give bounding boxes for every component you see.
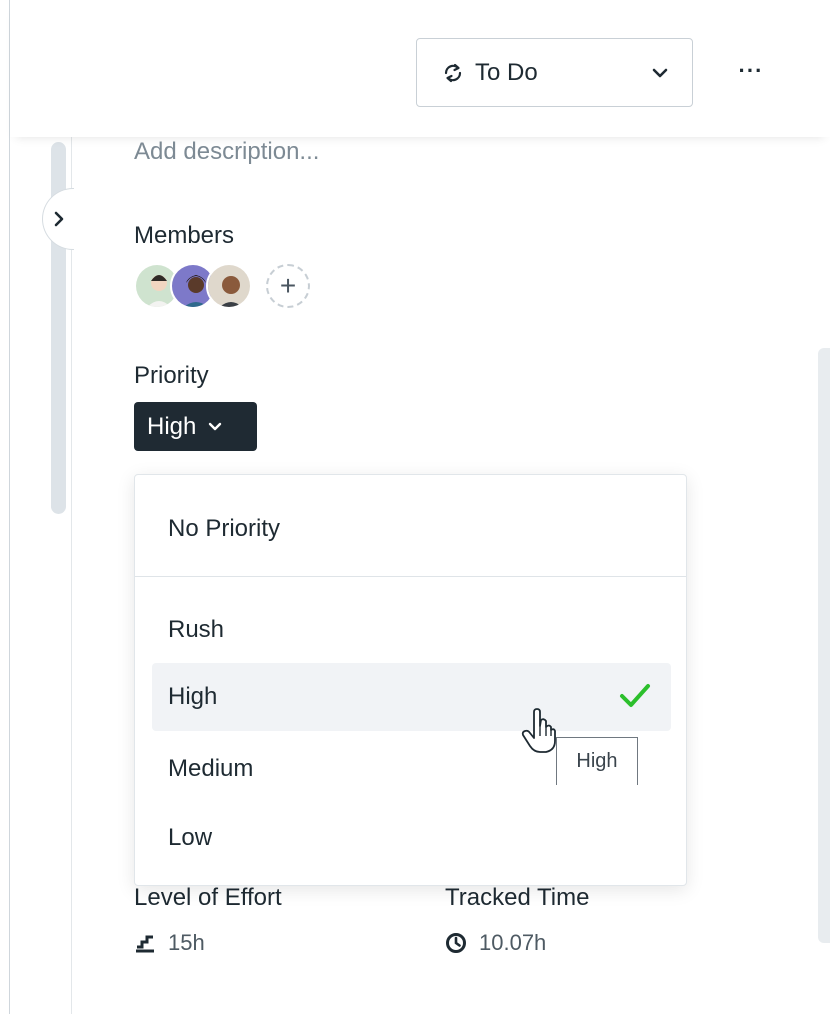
option-label: Rush bbox=[168, 616, 225, 643]
members-list: + bbox=[134, 262, 310, 310]
option-label: No Priority bbox=[168, 515, 281, 542]
option-label: Medium bbox=[168, 755, 254, 782]
status-label: To Do bbox=[475, 58, 538, 86]
right-scrollbar[interactable] bbox=[818, 348, 830, 943]
priority-option-low[interactable]: Low bbox=[152, 804, 671, 872]
status-dropdown[interactable]: To Do bbox=[416, 38, 693, 107]
option-label: Low bbox=[168, 824, 213, 851]
left-border bbox=[9, 0, 10, 1014]
tooltip: High bbox=[556, 737, 638, 785]
more-options-button[interactable]: ··· bbox=[736, 56, 766, 86]
priority-menu: No Priority Rush High Medium Low bbox=[134, 474, 687, 886]
hand-pointer-cursor-icon bbox=[521, 708, 556, 753]
clock-icon bbox=[446, 933, 466, 953]
option-label: High bbox=[168, 683, 218, 710]
effort-stairs-icon bbox=[136, 935, 154, 953]
task-header: To Do ··· bbox=[10, 0, 830, 137]
collapse-panel-button[interactable] bbox=[42, 188, 74, 250]
tracked-time-value: 10.07h bbox=[479, 930, 547, 955]
priority-value: High bbox=[147, 412, 197, 440]
check-icon bbox=[620, 684, 650, 707]
menu-divider bbox=[135, 576, 686, 577]
tracked-time-value-row: 10.07h bbox=[445, 930, 546, 956]
level-of-effort-value-row: 15h bbox=[134, 930, 205, 956]
priority-label: Priority bbox=[134, 362, 209, 389]
priority-dropdown-button[interactable]: High bbox=[134, 402, 257, 451]
level-of-effort-label: Level of Effort bbox=[134, 884, 282, 911]
status-cycle-icon bbox=[444, 63, 462, 82]
level-of-effort-value: 15h bbox=[168, 930, 205, 955]
add-member-button[interactable]: + bbox=[266, 264, 310, 308]
priority-option-high[interactable]: High bbox=[152, 663, 671, 731]
members-label: Members bbox=[134, 222, 235, 249]
chevron-down-icon bbox=[652, 68, 668, 77]
priority-option-rush[interactable]: Rush bbox=[152, 596, 671, 664]
chevron-down-icon bbox=[209, 422, 222, 430]
tracked-time-label: Tracked Time bbox=[445, 884, 590, 911]
priority-option-no-priority[interactable]: No Priority bbox=[152, 495, 671, 563]
member-avatar-3[interactable] bbox=[206, 263, 252, 309]
description-placeholder[interactable]: Add description... bbox=[134, 138, 319, 166]
chevron-right-icon bbox=[54, 211, 63, 227]
panel-divider bbox=[71, 0, 72, 1014]
